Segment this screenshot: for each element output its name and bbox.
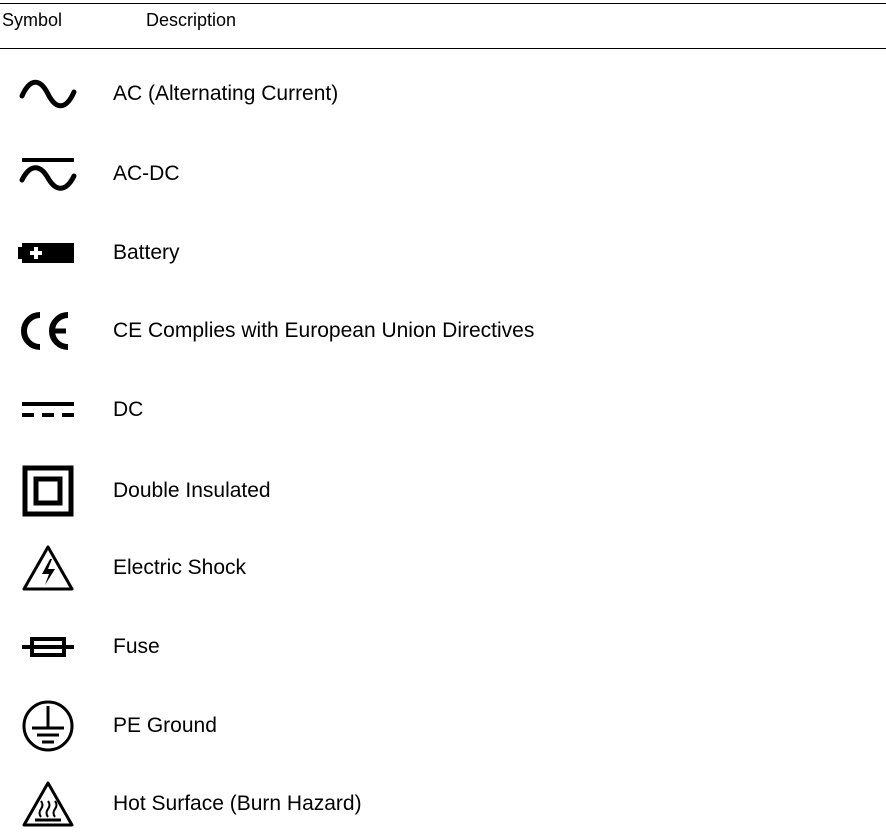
table-row: Electric Shock — [0, 538, 886, 598]
row-description: Electric Shock — [113, 556, 247, 579]
pe-ground-icon — [8, 696, 88, 756]
dc-icon — [8, 380, 88, 440]
column-header-description: Description — [146, 10, 237, 30]
row-description: Battery — [113, 241, 180, 264]
table-row: AC (Alternating Current) — [0, 64, 886, 124]
hot-surface-warning-icon — [8, 774, 88, 834]
row-description: AC (Alternating Current) — [113, 82, 339, 105]
table-row: Hot Surface (Burn Hazard) — [0, 774, 886, 834]
row-description: PE Ground — [113, 714, 217, 737]
table-header-rule — [0, 48, 886, 49]
ac-sine-wave-icon — [8, 64, 88, 124]
table-row: Fuse — [0, 617, 886, 677]
row-description: Fuse — [113, 635, 160, 658]
table-row: CE Complies with European Union Directiv… — [0, 301, 886, 361]
ce-mark-icon — [8, 301, 88, 361]
row-description: AC-DC — [113, 162, 180, 185]
table-row: Battery — [0, 223, 886, 283]
electric-shock-warning-icon — [8, 538, 88, 598]
ac-dc-icon — [8, 144, 88, 204]
table-row: Double Insulated — [0, 461, 886, 521]
fuse-icon — [8, 617, 88, 677]
table-row: PE Ground — [0, 696, 886, 756]
table-top-rule — [0, 3, 886, 4]
row-description: CE Complies with European Union Directiv… — [113, 319, 535, 342]
row-description: Hot Surface (Burn Hazard) — [113, 792, 362, 815]
row-description: DC — [113, 398, 144, 421]
table-row: AC-DC — [0, 144, 886, 204]
column-header-symbol: Symbol — [2, 10, 63, 30]
battery-icon — [8, 223, 88, 283]
double-insulated-icon — [8, 461, 88, 521]
table-row: DC — [0, 380, 886, 440]
row-description: Double Insulated — [113, 479, 271, 502]
